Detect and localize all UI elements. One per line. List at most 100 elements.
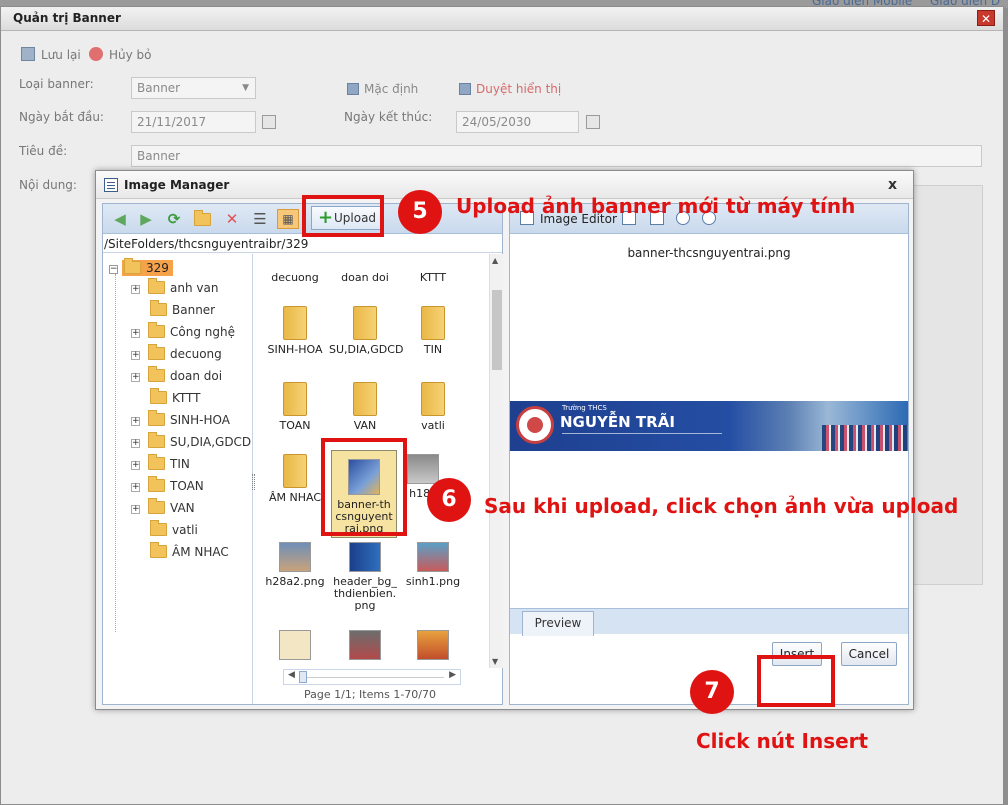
expand-icon[interactable]: +: [131, 329, 140, 338]
banner-type-value: Banner: [137, 81, 181, 95]
tree-item-cong-nghe[interactable]: + Công nghệ: [131, 322, 235, 342]
grid-item-label: doan doi: [341, 271, 389, 284]
expand-icon[interactable]: +: [131, 505, 140, 514]
grid-folder-sinh-hoa[interactable]: SINH-HOA: [259, 306, 331, 356]
grid-item-label: TIN: [423, 343, 443, 356]
grid-folder-su-dia-gdcd[interactable]: SU,DIA,GDCD: [329, 306, 403, 356]
grid-item-label: ÂM NHAC: [268, 491, 322, 504]
delete-icon[interactable]: ✕: [223, 211, 241, 227]
expand-icon[interactable]: +: [131, 351, 140, 360]
list-view-icon[interactable]: ☰: [251, 211, 269, 227]
grid-folder-doan-doi[interactable]: doan doi: [329, 272, 401, 284]
slider-track: [304, 677, 444, 678]
slider-left-icon[interactable]: ◀: [288, 670, 295, 680]
grid-folder-kttt[interactable]: KTTT: [397, 272, 469, 284]
save-button[interactable]: Lưu lại: [21, 47, 81, 62]
thumbnail-size-slider[interactable]: ◀ ▶: [283, 669, 461, 685]
highlight-selected-image: [321, 438, 407, 536]
folder-icon: [150, 388, 167, 404]
tree-root-329[interactable]: − 329: [109, 258, 173, 276]
folder-icon: [421, 382, 445, 416]
tree-item-vatli[interactable]: vatli: [131, 520, 198, 540]
folder-icon: [353, 306, 377, 340]
pager-info: Page 1/1; Items 1-70/70: [304, 688, 436, 701]
cancel-dialog-button[interactable]: Cancel: [841, 642, 897, 666]
tree-item-label: Công nghệ: [170, 325, 235, 339]
highlight-insert: [757, 655, 835, 707]
grid-vertical-scrollbar[interactable]: ▲ ▼: [489, 254, 503, 668]
folder-icon: [283, 306, 307, 340]
tree-item-am-nhac[interactable]: ÂM NHAC: [131, 542, 229, 562]
grid-file-sinh1[interactable]: sinh1.png: [397, 542, 469, 588]
grid-folder-decuong[interactable]: decuong: [259, 272, 331, 284]
approve-checkbox[interactable]: Duyệt hiển thị: [459, 82, 561, 96]
folder-icon: [124, 258, 141, 274]
grid-folder-toan[interactable]: TOAN: [259, 382, 331, 432]
collapse-icon[interactable]: −: [109, 265, 118, 274]
expand-icon[interactable]: +: [131, 373, 140, 382]
tree-item-label: SINH-HOA: [170, 413, 230, 427]
tree-item-tin[interactable]: + TIN: [131, 454, 190, 474]
scrollbar-thumb[interactable]: [492, 290, 502, 370]
tab-preview[interactable]: Preview: [522, 611, 594, 636]
grid-file-header-bg[interactable]: header_bg_thdienbien.png: [329, 542, 401, 612]
image-thumbnail: [279, 542, 311, 572]
banner-preview-image: Trường THCS NGUYỄN TRÃI: [510, 401, 908, 451]
banner-photo: [822, 425, 908, 451]
grid-file-thumb-row5-3[interactable]: [397, 630, 469, 664]
cancel-button[interactable]: Hủy bỏ: [89, 47, 152, 62]
tree-item-decuong[interactable]: + decuong: [131, 344, 222, 364]
scroll-up-icon[interactable]: ▲: [492, 256, 498, 265]
start-date-input[interactable]: 21/11/2017: [131, 111, 256, 133]
grid-folder-van[interactable]: VAN: [329, 382, 401, 432]
step-6-badge: 6: [427, 478, 471, 522]
grid-folder-tin[interactable]: TIN: [397, 306, 469, 356]
expand-icon[interactable]: +: [131, 285, 140, 294]
current-path: /SiteFolders/thcsnguyentraibr/329: [103, 235, 502, 253]
preview-pane: Image Editor banner-thcsnguyentrai.png T…: [509, 203, 909, 705]
save-label: Lưu lại: [41, 48, 81, 62]
new-folder-icon[interactable]: [193, 210, 211, 227]
grid-file-thumb-row5-1[interactable]: [259, 630, 331, 664]
tree-item-label: VAN: [170, 501, 195, 515]
expand-icon[interactable]: +: [131, 417, 140, 426]
slider-right-icon[interactable]: ▶: [449, 670, 456, 680]
grid-item-label: VAN: [353, 419, 377, 432]
image-thumbnail: [417, 542, 449, 572]
expand-icon[interactable]: +: [131, 461, 140, 470]
forward-arrow-icon[interactable]: ▶: [137, 211, 155, 227]
calendar-icon[interactable]: [586, 115, 600, 129]
back-arrow-icon[interactable]: ◀: [111, 211, 129, 227]
grid-file-thumb-row5-2[interactable]: [329, 630, 401, 664]
default-checkbox[interactable]: Mặc định: [347, 82, 418, 96]
folder-icon: [421, 306, 445, 340]
title-input[interactable]: Banner: [131, 145, 982, 167]
calendar-icon[interactable]: [262, 115, 276, 129]
image-manager-dialog: Image Manager x ◀ ▶ ⟳ ✕ ☰ ▦ + Upload /Sit…: [95, 170, 914, 710]
scroll-down-icon[interactable]: ▼: [492, 657, 498, 666]
tree-item-van[interactable]: + VAN: [131, 498, 195, 518]
expand-icon[interactable]: +: [131, 439, 140, 448]
end-date-input[interactable]: 24/05/2030: [456, 111, 579, 133]
tree-item-label: KTTT: [172, 391, 201, 405]
grid-folder-vatli[interactable]: vatli: [397, 382, 469, 432]
slider-handle[interactable]: [299, 671, 307, 683]
dialog-close-button[interactable]: x: [888, 177, 897, 193]
tree-item-anh-van[interactable]: + anh van: [131, 278, 218, 298]
tree-item-toan[interactable]: + TOAN: [131, 476, 204, 496]
tree-item-su-dia-gdcd[interactable]: + SU,DIA,GDCD: [131, 432, 251, 452]
tree-item-label: anh van: [170, 281, 219, 295]
tree-item-doan-doi[interactable]: + doan doi: [131, 366, 222, 386]
grid-item-label: vatli: [421, 419, 445, 432]
tree-item-kttt[interactable]: KTTT: [131, 388, 201, 408]
refresh-icon[interactable]: ⟳: [165, 211, 183, 227]
tree-item-banner[interactable]: Banner: [131, 300, 215, 320]
thumbnail-view-icon[interactable]: ▦: [277, 209, 299, 229]
folder-icon: [148, 366, 165, 382]
folder-icon: [150, 542, 167, 558]
banner-type-select[interactable]: Banner ▼: [131, 77, 256, 99]
expand-icon[interactable]: +: [131, 483, 140, 492]
content-editor[interactable]: [913, 185, 983, 585]
tree-item-sinh-hoa[interactable]: + SINH-HOA: [131, 410, 230, 430]
grid-file-h28a2[interactable]: h28a2.png: [259, 542, 331, 588]
